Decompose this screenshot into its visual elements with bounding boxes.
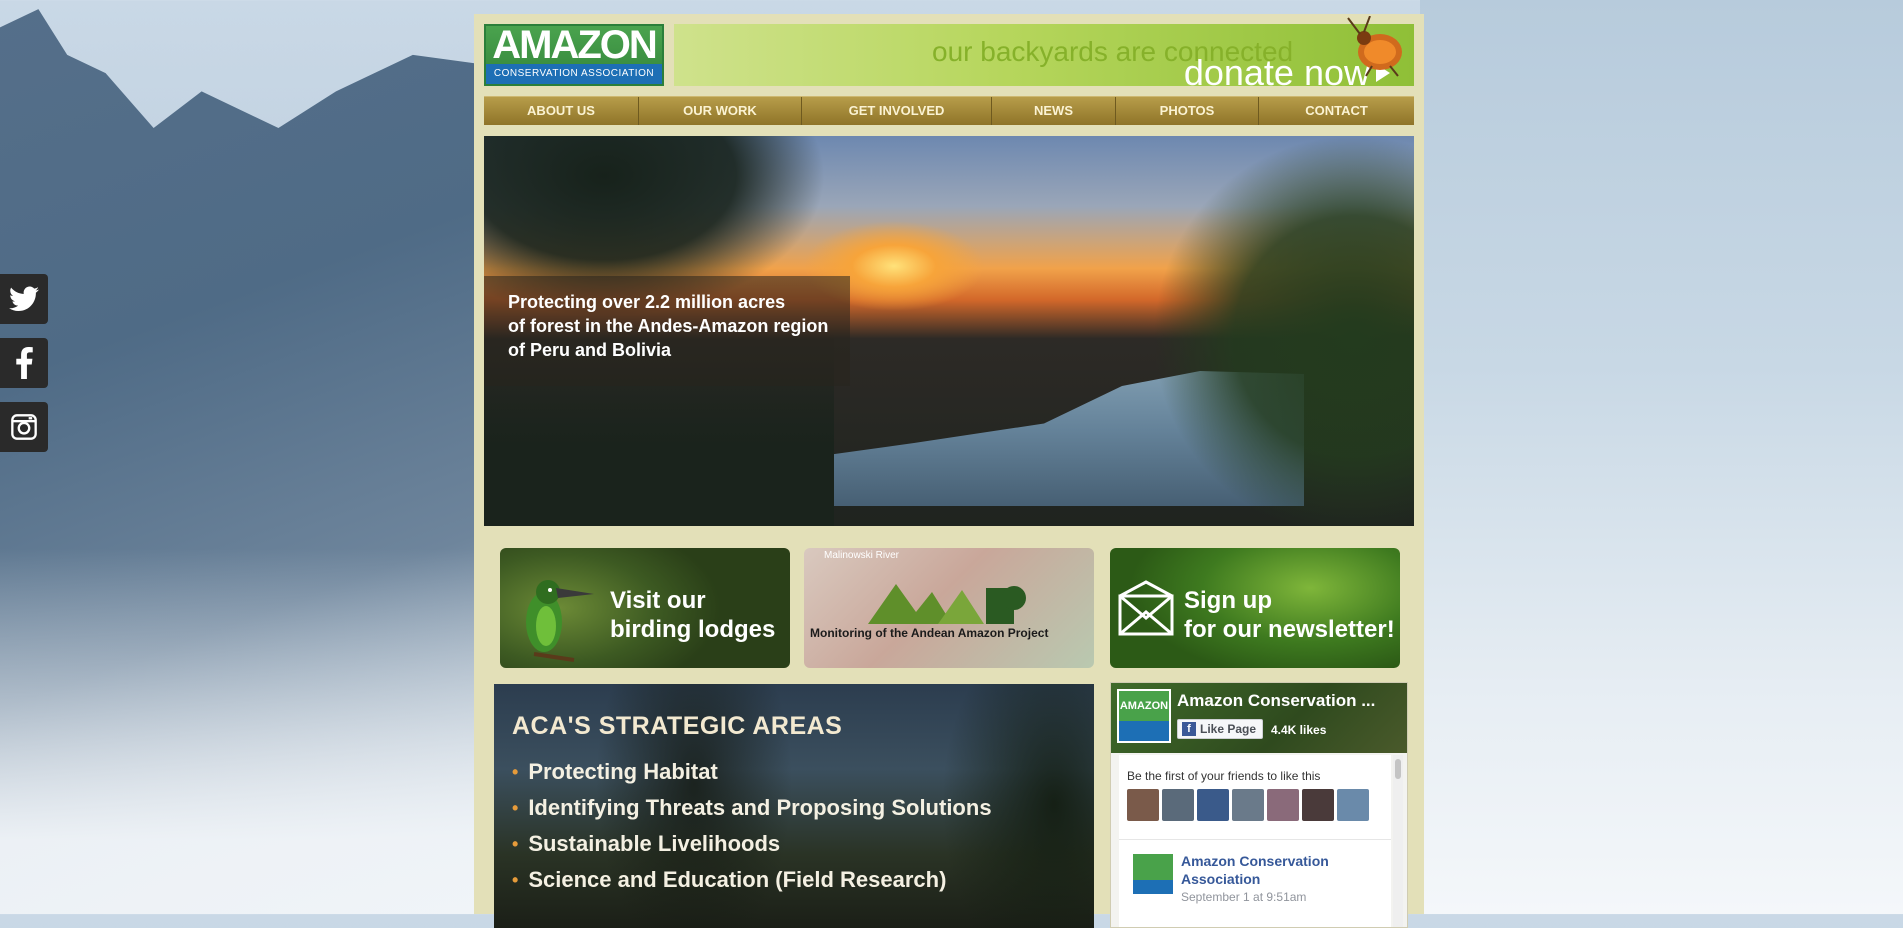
bullet-icon: • bbox=[512, 834, 519, 854]
twitter-icon bbox=[9, 286, 39, 311]
friend-avatar[interactable] bbox=[1162, 789, 1194, 821]
bullet-icon: • bbox=[512, 870, 519, 890]
nav-our-work[interactable]: OUR WORK bbox=[639, 97, 802, 125]
friend-avatar[interactable] bbox=[1267, 789, 1299, 821]
like-count: 4.4K likes bbox=[1271, 723, 1327, 737]
hero-slideshow[interactable]: Protecting over 2.2 million acres of for… bbox=[484, 136, 1414, 526]
maap-river-label: Malinowski River bbox=[824, 550, 900, 561]
birding-lodges-tile[interactable]: Visit our birding lodges bbox=[500, 548, 790, 668]
facebook-button[interactable] bbox=[0, 338, 48, 388]
strategic-area-item[interactable]: • Identifying Threats and Proposing Solut… bbox=[512, 790, 992, 826]
post-author-name[interactable]: Amazon Conservation Association bbox=[1181, 852, 1361, 888]
facebook-cover: AMAZON Amazon Conservation ... f Like Pa… bbox=[1111, 683, 1407, 753]
logo-subtitle: CONSERVATION ASSOCIATION bbox=[486, 64, 662, 84]
strategic-areas-panel[interactable]: ACA'S STRATEGIC AREAS • Protecting Habita… bbox=[494, 684, 1094, 928]
friend-avatar[interactable] bbox=[1337, 789, 1369, 821]
newsletter-label: Sign up for our newsletter! bbox=[1184, 587, 1395, 643]
strategic-area-item[interactable]: • Protecting Habitat bbox=[512, 754, 992, 790]
maap-logo-icon bbox=[868, 584, 1026, 624]
envelope-icon bbox=[1118, 580, 1174, 636]
strategic-area-label: Protecting Habitat bbox=[528, 759, 718, 784]
social-sidebar bbox=[0, 274, 48, 466]
background-mist bbox=[1420, 0, 1903, 914]
beetle-icon bbox=[1347, 16, 1402, 77]
facebook-page-avatar[interactable]: AMAZON bbox=[1117, 689, 1171, 743]
nav-news[interactable]: NEWS bbox=[992, 97, 1116, 125]
friend-faces bbox=[1127, 789, 1369, 821]
facebook-feed: Be the first of your friends to like thi… bbox=[1119, 755, 1391, 927]
nav-contact[interactable]: CONTACT bbox=[1259, 97, 1414, 125]
maap-tile[interactable]: Malinowski River Monitoring of the Andea… bbox=[804, 548, 1094, 668]
strategic-areas-list: • Protecting Habitat • Identifying Threats… bbox=[512, 754, 992, 898]
post-author-avatar[interactable] bbox=[1133, 854, 1173, 894]
birding-lodges-label: Visit our birding lodges bbox=[610, 587, 776, 643]
newsletter-tile[interactable]: Sign up for our newsletter! bbox=[1110, 548, 1400, 668]
logo-wordmark: AMAZON bbox=[486, 25, 662, 65]
site-logo[interactable]: AMAZON CONSERVATION ASSOCIATION bbox=[484, 24, 664, 86]
strategic-area-label: Science and Education (Field Research) bbox=[528, 867, 947, 892]
hero-caption: Protecting over 2.2 million acres of for… bbox=[484, 276, 850, 386]
facebook-logo-icon: f bbox=[1182, 722, 1196, 736]
facebook-page-name[interactable]: Amazon Conservation ... bbox=[1177, 691, 1375, 711]
bullet-icon: • bbox=[512, 762, 519, 782]
scrollbar-thumb[interactable] bbox=[1395, 759, 1401, 779]
feature-tiles: Visit our birding lodges Malinowski Rive… bbox=[500, 548, 1400, 668]
strategic-area-label: Identifying Threats and Proposing Soluti… bbox=[528, 795, 992, 820]
donate-banner[interactable]: our backyards are connected donate now bbox=[674, 16, 1414, 93]
instagram-icon bbox=[11, 414, 37, 440]
feed-scrollbar[interactable] bbox=[1393, 755, 1403, 927]
friend-avatar[interactable] bbox=[1197, 789, 1229, 821]
facebook-icon bbox=[16, 347, 33, 379]
twitter-button[interactable] bbox=[0, 274, 48, 324]
nav-about-us[interactable]: ABOUT US bbox=[484, 97, 639, 125]
facebook-post: Amazon Conservation Association Septembe… bbox=[1119, 839, 1391, 927]
bullet-icon: • bbox=[512, 798, 519, 818]
strategic-area-item[interactable]: • Sustainable Livelihoods bbox=[512, 826, 992, 862]
facebook-widget: AMAZON Amazon Conservation ... f Like Pa… bbox=[1110, 682, 1408, 928]
nav-get-involved[interactable]: GET INVOLVED bbox=[802, 97, 992, 125]
like-page-button[interactable]: f Like Page bbox=[1177, 719, 1264, 739]
like-page-label: Like Page bbox=[1200, 722, 1257, 736]
strategic-area-item[interactable]: • Science and Education (Field Research) bbox=[512, 862, 992, 898]
strategic-areas-title: ACA'S STRATEGIC AREAS bbox=[512, 712, 843, 740]
header: AMAZON CONSERVATION ASSOCIATION our back… bbox=[484, 16, 1414, 93]
background-mountains bbox=[0, 9, 480, 914]
page-container: AMAZON CONSERVATION ASSOCIATION our back… bbox=[474, 14, 1424, 928]
strategic-area-label: Sustainable Livelihoods bbox=[528, 831, 781, 856]
avatar-logo-top: AMAZON bbox=[1119, 691, 1169, 721]
nav-photos[interactable]: PHOTOS bbox=[1116, 97, 1259, 125]
friends-text: Be the first of your friends to like thi… bbox=[1127, 769, 1321, 783]
friend-avatar[interactable] bbox=[1127, 789, 1159, 821]
maap-title: Monitoring of the Andean Amazon Project bbox=[810, 626, 1049, 640]
toucanet-icon bbox=[526, 580, 594, 662]
avatar-logo-bottom bbox=[1119, 721, 1169, 741]
post-timestamp[interactable]: September 1 at 9:51am bbox=[1181, 890, 1306, 904]
instagram-button[interactable] bbox=[0, 402, 48, 452]
friend-avatar[interactable] bbox=[1232, 789, 1264, 821]
friend-avatar[interactable] bbox=[1302, 789, 1334, 821]
hero-trees-right bbox=[1094, 136, 1414, 526]
main-nav: ABOUT US OUR WORK GET INVOLVED NEWS PHOT… bbox=[484, 96, 1414, 125]
